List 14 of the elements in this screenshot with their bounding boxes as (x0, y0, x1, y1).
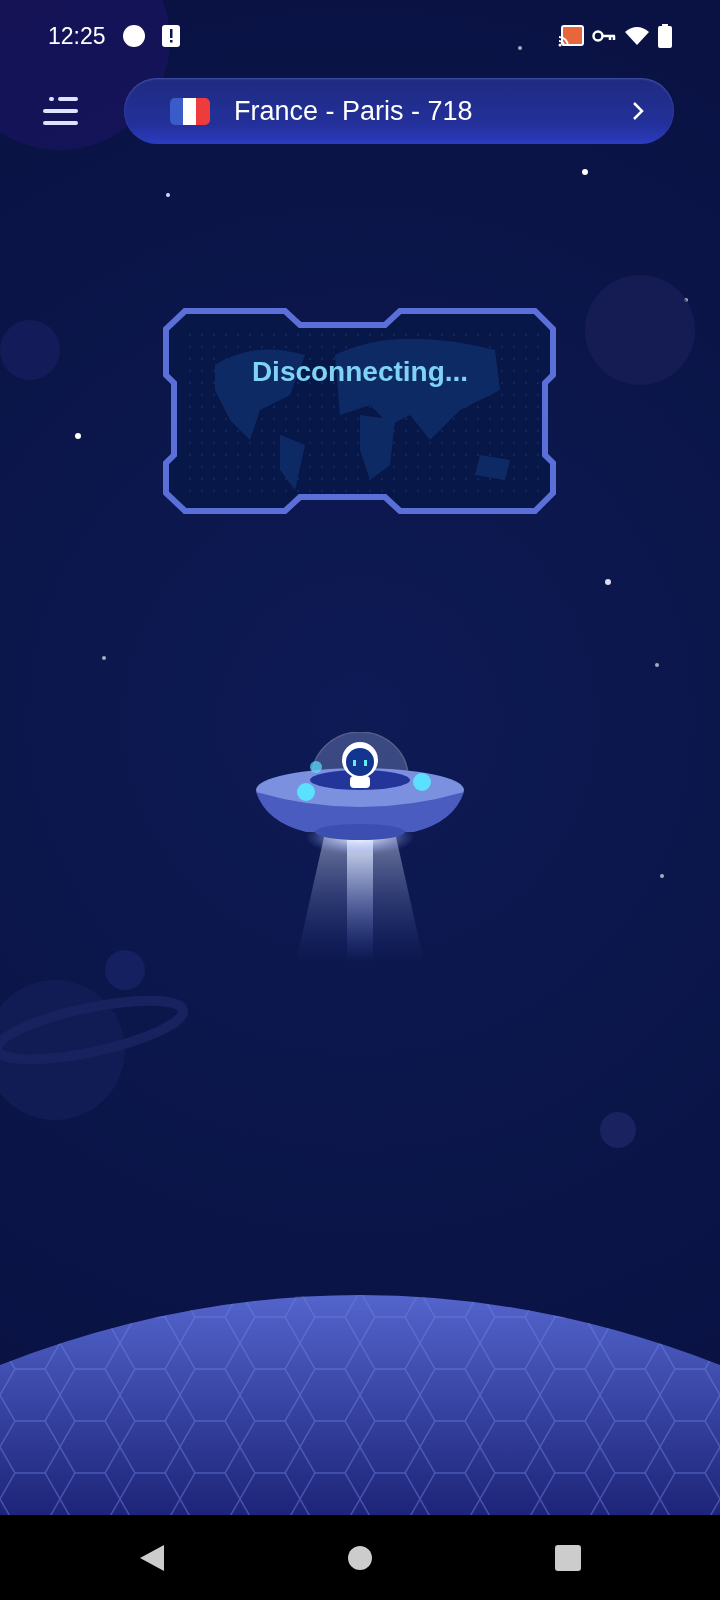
connection-status: Disconnecting... (250, 355, 470, 389)
home-button[interactable] (346, 1543, 374, 1572)
battery-icon (658, 24, 672, 48)
circle-icon (121, 24, 146, 48)
server-selector[interactable]: France - Paris - 718 (124, 78, 674, 144)
flag-icon (170, 97, 210, 125)
recents-button[interactable] (554, 1543, 582, 1572)
key-icon (592, 29, 616, 43)
wifi-icon (624, 26, 650, 46)
chevron-right-icon (632, 101, 644, 121)
back-button[interactable] (138, 1542, 166, 1573)
cast-icon (558, 25, 584, 47)
status-time: 12:25 (48, 21, 106, 51)
menu-button[interactable] (42, 96, 78, 126)
